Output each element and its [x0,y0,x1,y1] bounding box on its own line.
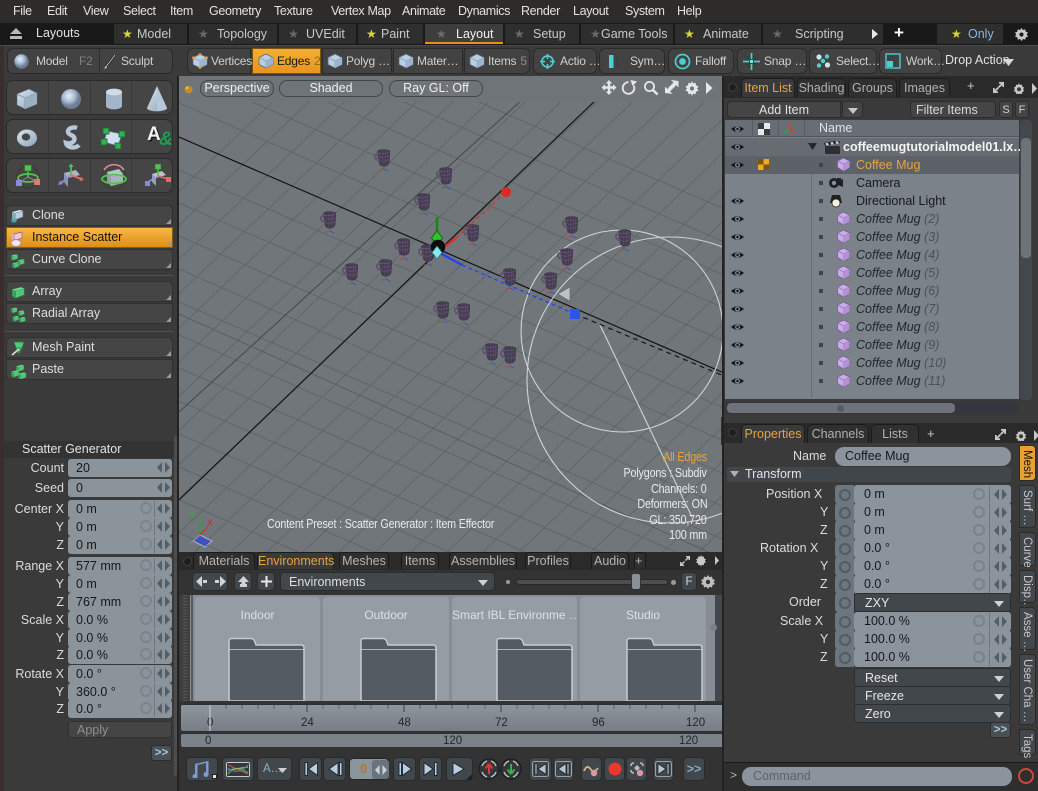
svg-text:24: 24 [301,717,314,729]
svg-text:Z: Z [203,538,209,548]
svg-text:72: 72 [495,717,508,729]
svg-text:48: 48 [398,717,411,729]
svg-text:X: X [207,518,213,528]
svg-text:Y: Y [189,510,195,520]
svg-text:120: 120 [686,717,705,729]
svg-text:96: 96 [592,717,605,729]
